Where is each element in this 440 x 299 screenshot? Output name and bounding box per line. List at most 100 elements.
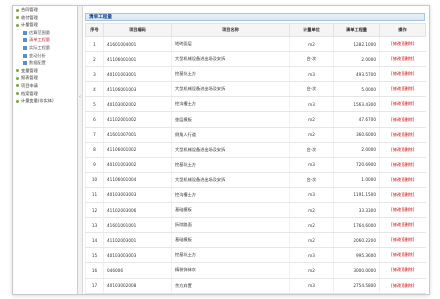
row-actions[interactable]: [修改][删除]: [379, 51, 426, 68]
table-cell: 40103003003: [103, 247, 172, 264]
table-cell: 5: [85, 96, 104, 113]
table-row[interactable]: 7 41601007001 倒角人行道 m2 360.6000 [修改][删除]: [85, 127, 426, 143]
sidebar-subitem[interactable]: 清单工程量: [13, 36, 77, 44]
table-cell: 地砖面层: [171, 36, 290, 53]
row-actions[interactable]: [修改][删除]: [379, 36, 426, 53]
row-actions[interactable]: [修改][删除]: [379, 247, 426, 264]
table-cell: 41102033001: [103, 293, 172, 294]
table-cell: 9: [85, 157, 104, 173]
row-actions[interactable]: [修改][删除]: [379, 81, 426, 98]
sidebar-group[interactable]: 计量管理: [13, 21, 77, 29]
table-row[interactable]: 2 41106001001 大型机械设备进出场及安拆 台·次 2.0000 [修改][删除…: [85, 51, 426, 68]
row-actions[interactable]: [修改][删除]: [379, 142, 426, 158]
sidebar-subitem[interactable]: 变动分析: [13, 52, 77, 60]
row-actions[interactable]: [修改][删除]: [379, 278, 426, 294]
table-row[interactable]: 12 41102003006 基础模板 m2 33.3300 [修改][删除]: [85, 202, 426, 219]
row-actions[interactable]: [修改][删除]: [379, 293, 426, 294]
table-cell: 拆除路面: [171, 217, 290, 234]
edit-delete-link[interactable]: [修改][删除]: [391, 267, 414, 272]
edit-delete-link[interactable]: [修改][删除]: [391, 177, 414, 182]
row-actions[interactable]: [修改][删除]: [379, 202, 426, 219]
table-cell: 1563.4300: [333, 96, 380, 113]
table-row[interactable]: 1 41601004001 地砖面层 m2 1282.1000 [修改][删除]: [85, 36, 426, 53]
table-row[interactable]: 10 41106001004 大型机械设备进出场及安拆 台·次 1.0000 [修改][删…: [85, 172, 426, 188]
sidebar: 合同管理 收付管理 计量管理 估算范围量 清单工程量 实际工程量 变动分析 数据配置 变量管理报…: [13, 6, 78, 294]
table-row[interactable]: 9 40101003002 挖基坑土方 m3 720.6900 [修改][删除]: [85, 157, 426, 173]
table-row[interactable]: 16 046006 精装饰抹灰 m2 3000.0000 [修改][删除]: [85, 262, 426, 279]
edit-delete-link[interactable]: [修改][删除]: [391, 192, 414, 197]
table-cell: 挖基坑土方: [171, 66, 290, 83]
row-actions[interactable]: [修改][删除]: [379, 217, 426, 234]
sidebar-item-label: 收付管理: [21, 14, 38, 20]
row-actions[interactable]: [修改][删除]: [379, 127, 426, 143]
row-actions[interactable]: [修改][删除]: [379, 111, 426, 128]
table-cell: m2: [289, 232, 334, 249]
table-cell: 41106001002: [103, 142, 172, 158]
sidebar-group[interactable]: 项目申请: [13, 82, 77, 90]
sidebar-group[interactable]: 合同管理: [13, 6, 77, 14]
edit-delete-link[interactable]: [修改][删除]: [391, 222, 414, 227]
table-cell: 40101003002: [103, 157, 172, 173]
row-actions[interactable]: [修改][删除]: [379, 96, 426, 113]
table-cell: 大型机械设备进出场及安拆: [171, 51, 290, 68]
sidebar-item-label: 档案管理: [21, 90, 38, 96]
sidebar-subitem[interactable]: 实际工程量: [13, 44, 77, 52]
edit-delete-link[interactable]: [修改][删除]: [391, 101, 414, 106]
table-cell: 1.0000: [333, 172, 380, 188]
sidebar-group[interactable]: 档案管理: [13, 90, 77, 98]
sidebar-group[interactable]: 报表管理: [13, 74, 77, 82]
row-actions[interactable]: [修改][删除]: [379, 66, 426, 83]
table-cell: 台·次: [289, 172, 334, 188]
table-cell: 16: [85, 262, 104, 279]
table-cell: 40103002008: [103, 278, 172, 294]
sidebar-subitem[interactable]: 估算范围量: [13, 29, 77, 37]
table-cell: 余方弃置: [171, 278, 290, 294]
table-row[interactable]: 1841102033001井筒（盖）套模板m23.8300[修改][删除]: [85, 293, 426, 294]
table-cell: 720.6900: [333, 157, 380, 173]
edit-delete-link[interactable]: [修改][删除]: [391, 41, 414, 46]
table-cell: 挖基坑土方: [171, 247, 290, 264]
sidebar-group[interactable]: 变量管理: [13, 67, 77, 75]
row-actions[interactable]: [修改][删除]: [379, 172, 426, 188]
row-actions[interactable]: [修改][删除]: [379, 157, 426, 173]
row-actions[interactable]: [修改][删除]: [379, 187, 426, 204]
column-header: 项目编码: [103, 23, 172, 37]
table-row[interactable]: 11 40103003003 挖沟槽土方 m3 1191.1500 [修改][删除]: [85, 187, 426, 204]
row-actions[interactable]: [修改][删除]: [379, 232, 426, 249]
sidebar-group[interactable]: 收付管理: [13, 14, 77, 22]
table-row[interactable]: 5 40103002002 挖沟槽土方 m3 1563.4300 [修改][删除]: [85, 96, 426, 113]
table-row[interactable]: 17 40103002008 余方弃置 m3 2754.5800 [修改][删除]: [85, 278, 426, 294]
page-icon: [23, 45, 27, 50]
table-row[interactable]: 3 40101003001 挖基坑土方 m3 493.5700 [修改][删除]: [85, 66, 426, 83]
table-row[interactable]: 13 41601001001 拆除路面 m2 1764.6000 [修改][删除]: [85, 217, 426, 234]
table-cell: 13: [85, 217, 104, 234]
edit-delete-link[interactable]: [修改][删除]: [391, 86, 414, 91]
table-cell: 基础模板: [171, 202, 290, 219]
table-row[interactable]: 4 41106001003 大型机械设备进出场及安拆 台·次 5.0000 [修改][删除…: [85, 81, 426, 98]
edit-delete-link[interactable]: [修改][删除]: [391, 56, 414, 61]
edit-delete-link[interactable]: [修改][删除]: [391, 162, 414, 167]
table-cell: 40103003003: [103, 187, 172, 204]
table-cell: 360.6000: [333, 127, 380, 143]
edit-delete-link[interactable]: [修改][删除]: [391, 132, 414, 137]
sidebar-group[interactable]: 计量变量(非实体): [13, 97, 77, 105]
table-cell: 47.6700: [333, 111, 380, 128]
edit-delete-link[interactable]: [修改][删除]: [391, 71, 414, 76]
table-cell: 11: [85, 187, 104, 204]
table-row[interactable]: 6 41102001002 垫层模板 m2 47.6700 [修改][删除]: [85, 111, 426, 128]
edit-delete-link[interactable]: [修改][删除]: [391, 283, 414, 288]
edit-delete-link[interactable]: [修改][删除]: [391, 252, 414, 257]
row-actions[interactable]: [修改][删除]: [379, 262, 426, 279]
edit-delete-link[interactable]: [修改][删除]: [391, 237, 414, 242]
table-row[interactable]: 15 40103003003 挖基坑土方 m3 995.3600 [修改][删除]: [85, 247, 426, 264]
table-cell: 18: [85, 293, 104, 294]
edit-delete-link[interactable]: [修改][删除]: [391, 207, 414, 212]
sidebar-subitem[interactable]: 数据配置: [13, 59, 77, 67]
edit-delete-link[interactable]: [修改][删除]: [391, 117, 414, 122]
edit-delete-link[interactable]: [修改][删除]: [391, 147, 414, 152]
table-cell: m2: [289, 202, 334, 219]
collapse-arrow-icon[interactable]: ‹: [78, 93, 82, 101]
table-row[interactable]: 8 41106001002 大型机械设备进出场及安拆 台·次 2.0000 [修改][删除…: [85, 142, 426, 158]
table-row[interactable]: 14 41102003001 基础模板 m2 2060.2200 [修改][删除]: [85, 232, 426, 249]
table-cell: 41601007001: [103, 127, 172, 143]
